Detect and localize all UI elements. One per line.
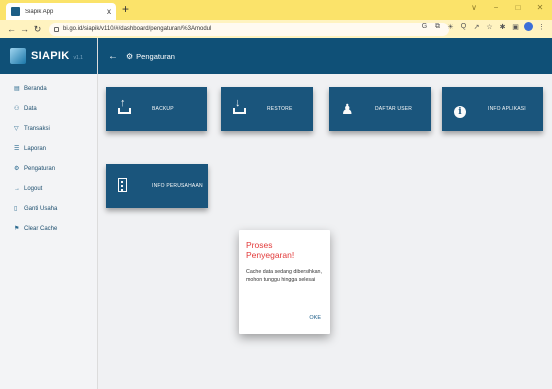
url-text[interactable]: bi.go.id/siapik/v110/#/dashboard/pengatu… <box>63 26 211 32</box>
sidebar-item-transaksi[interactable]: ▽ Transaksi <box>0 120 97 137</box>
sidebar-item-logout[interactable]: → Logout <box>0 180 97 197</box>
app-logo-icon <box>10 48 26 64</box>
sidebar-item-ganti-usaha[interactable]: ▯ Ganti Usaha <box>0 200 97 217</box>
brand-name: SIAPIK <box>31 50 70 62</box>
extensions-puzzle-icon[interactable]: ✱ <box>498 23 507 31</box>
calendar-icon: ▤ <box>14 86 20 92</box>
page-title: Pengaturan <box>136 51 175 61</box>
more-menu-icon[interactable]: ⋮ <box>537 23 546 31</box>
browser-tab-strip: Siapik App x + ∨ − □ ✕ <box>0 0 552 20</box>
sidebar-item-label: Clear Cache <box>24 225 58 232</box>
favicon-icon <box>11 7 20 16</box>
list-icon: ☰ <box>14 146 20 152</box>
sidebar-item-beranda[interactable]: ▤ Beranda <box>0 80 97 97</box>
address-bar[interactable]: bi.go.id/siapik/v110/#/dashboard/pengatu… <box>49 22 449 36</box>
refresh-dialog: Proses Penyegaran! Cache data sedang dib… <box>239 230 330 334</box>
forward-nav-icon[interactable]: → <box>19 24 30 34</box>
pin-icon: ⚑ <box>14 226 20 232</box>
profile-avatar[interactable] <box>524 22 533 31</box>
sidebar: SIAPIK v1.1 ▤ Beranda ⚇ Data ▽ Transaksi… <box>0 38 98 389</box>
dialog-title: Proses Penyegaran! <box>246 240 295 260</box>
sidebar-item-label: Pengaturan <box>24 165 56 172</box>
tab-title: Siapik App <box>25 8 54 15</box>
new-tab-button[interactable]: + <box>122 2 129 16</box>
sidebar-item-label: Data <box>24 105 37 112</box>
brand[interactable]: SIAPIK v1.1 <box>0 38 97 74</box>
sidebar-item-laporan[interactable]: ☰ Laporan <box>0 140 97 157</box>
back-nav-icon[interactable]: ← <box>6 24 17 34</box>
minimize-button[interactable]: − <box>490 3 502 12</box>
dialog-message: Cache data sedang dibersihkan, mohon tun… <box>246 269 322 283</box>
sidebar-item-label: Logout <box>24 185 43 192</box>
sidebar-menu: ▤ Beranda ⚇ Data ▽ Transaksi ☰ Laporan ⚙… <box>0 74 97 237</box>
extension-icon[interactable]: ⧉ <box>433 23 442 31</box>
brand-version: v1.1 <box>73 55 83 61</box>
group-icon: ⚇ <box>14 106 20 112</box>
sidebar-item-pengaturan[interactable]: ⚙ Pengaturan <box>0 160 97 177</box>
extension-toolbar: G ⧉ ☀ Q ↗ ☆ ✱ ▣ ⋮ <box>420 22 546 31</box>
window-controls: ∨ − □ ✕ <box>468 3 546 12</box>
logout-icon: → <box>14 185 20 192</box>
sidebar-item-label: Laporan <box>24 145 47 152</box>
sidebar-item-data[interactable]: ⚇ Data <box>0 100 97 117</box>
sidebar-item-label: Transaksi <box>24 125 50 132</box>
sidebar-item-label: Beranda <box>24 85 47 92</box>
tab-close-icon[interactable]: x <box>107 7 111 16</box>
gear-icon: ⚙ <box>126 51 134 61</box>
ok-button[interactable]: OKE <box>309 315 321 321</box>
browser-tab[interactable]: Siapik App x <box>6 3 116 20</box>
app-header: ← ⚙ Pengaturan <box>98 38 552 74</box>
zoom-icon[interactable]: Q <box>459 23 468 30</box>
maximize-button[interactable]: □ <box>512 3 524 12</box>
filter-icon: ▽ <box>14 126 19 132</box>
sidebar-item-clear-cache[interactable]: ⚑ Clear Cache <box>0 220 97 237</box>
lock-icon <box>54 26 59 32</box>
side-panel-icon[interactable]: ▣ <box>511 23 520 31</box>
sidebar-item-label: Ganti Usaha <box>24 205 58 212</box>
bookmark-star-icon[interactable]: ☆ <box>485 23 494 31</box>
close-window-button[interactable]: ✕ <box>534 3 546 12</box>
tab-search-icon[interactable]: ∨ <box>468 3 480 12</box>
extension-icon[interactable]: ☀ <box>446 23 455 31</box>
gear-icon: ⚙ <box>14 166 20 172</box>
address-bar-row: ← → ↻ bi.go.id/siapik/v110/#/dashboard/p… <box>0 20 552 38</box>
google-extension-icon[interactable]: G <box>420 23 429 30</box>
reload-icon[interactable]: ↻ <box>32 24 43 35</box>
share-icon[interactable]: ↗ <box>472 23 481 31</box>
document-icon: ▯ <box>14 206 18 212</box>
back-arrow-icon[interactable]: ← <box>108 51 118 62</box>
